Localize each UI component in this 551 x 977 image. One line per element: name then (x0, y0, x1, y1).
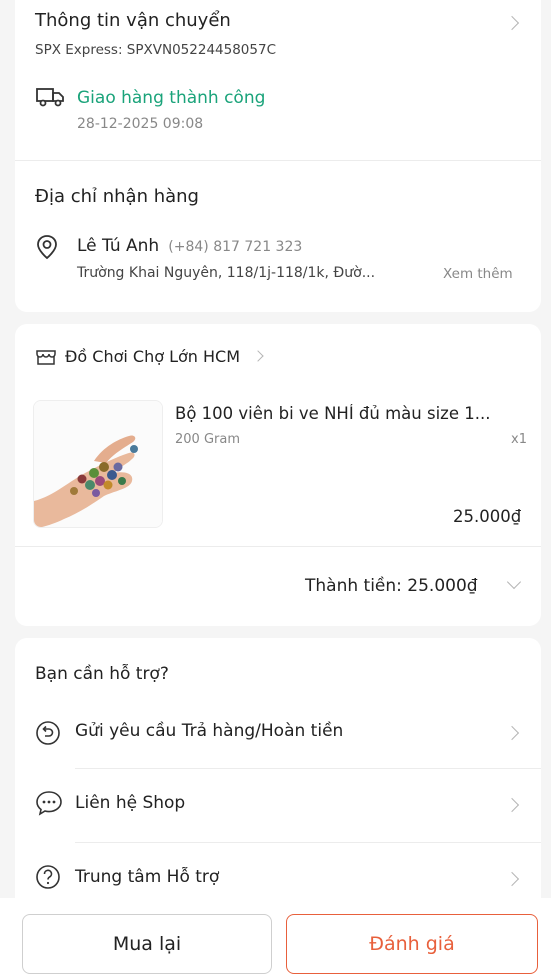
shop-name: Đồ Chơi Chợ Lớn HCM (65, 346, 241, 366)
support-item-label: Trung tâm Hỗ trợ (75, 867, 220, 887)
divider (75, 768, 541, 769)
return-icon (36, 721, 60, 745)
divider (15, 546, 541, 547)
recipient-phone: (+84) 817 721 323 (168, 239, 303, 255)
support-item-label: Gửi yêu cầu Trả hàng/Hoàn tiền (75, 721, 344, 741)
chevron-right-icon (504, 871, 520, 887)
marbles-hand-image (34, 401, 162, 527)
recipient-name: Lê Tú Anh (77, 236, 160, 256)
product-quantity: x1 (511, 432, 527, 447)
product-price: 25.000₫ (453, 507, 522, 526)
bottom-action-bar: Mua lại Đánh giá (0, 898, 551, 977)
shipping-chevron-icon[interactable] (504, 15, 520, 31)
location-pin-icon (37, 235, 57, 260)
recipient: Lê Tú Anh (+84) 817 721 323 (77, 236, 302, 256)
product-image[interactable] (33, 400, 163, 528)
divider (15, 160, 541, 161)
order-total: Thành tiền: 25.000₫ (305, 576, 478, 596)
product-name[interactable]: Bộ 100 viên bi ve NHÍ đủ màu size 1... (175, 404, 531, 423)
shop-link[interactable]: Đồ Chơi Chợ Lớn HCM (35, 346, 264, 366)
order-info-card: Thông tin vận chuyển SPX Express: SPXVN0… (15, 0, 541, 312)
delivery-truck-icon (36, 88, 64, 107)
address-title: Địa chỉ nhận hàng (35, 186, 199, 207)
rate-button[interactable]: Đánh giá (286, 914, 538, 974)
address-line: Trường Khai Nguyên, 118/1j-118/1k, Đườ..… (77, 265, 376, 281)
total-expand-chevron-icon[interactable] (506, 574, 522, 590)
shop-icon (36, 350, 56, 365)
chat-icon (36, 791, 62, 816)
divider (75, 842, 541, 843)
shop-chevron-icon (252, 350, 264, 362)
delivery-status: Giao hàng thành công (77, 88, 266, 108)
chevron-right-icon (504, 725, 520, 741)
support-item-return-refund[interactable]: Gửi yêu cầu Trả hàng/Hoàn tiền (15, 708, 541, 764)
support-item-help-center[interactable]: Trung tâm Hỗ trợ (15, 854, 541, 898)
buy-again-button[interactable]: Mua lại (22, 914, 272, 974)
see-more-link[interactable]: Xem thêm (443, 266, 513, 282)
chevron-right-icon (504, 797, 520, 813)
support-item-contact-shop[interactable]: Liên hệ Shop (15, 778, 541, 834)
delivery-time: 28-12-2025 09:08 (77, 116, 204, 132)
support-card: Bạn cần hỗ trợ? Gửi yêu cầu Trả hàng/Hoà… (15, 638, 541, 898)
support-item-label: Liên hệ Shop (75, 793, 186, 813)
help-icon (36, 865, 60, 889)
shipping-info-title: Thông tin vận chuyển (35, 10, 231, 31)
carrier-tracking: SPX Express: SPXVN05224458057C (35, 42, 277, 58)
support-title: Bạn cần hỗ trợ? (35, 664, 169, 684)
product-variant: 200 Gram (175, 432, 240, 447)
order-items-card: Đồ Chơi Chợ Lớn HCM Bộ 100 viên bi ve NH… (15, 324, 541, 626)
